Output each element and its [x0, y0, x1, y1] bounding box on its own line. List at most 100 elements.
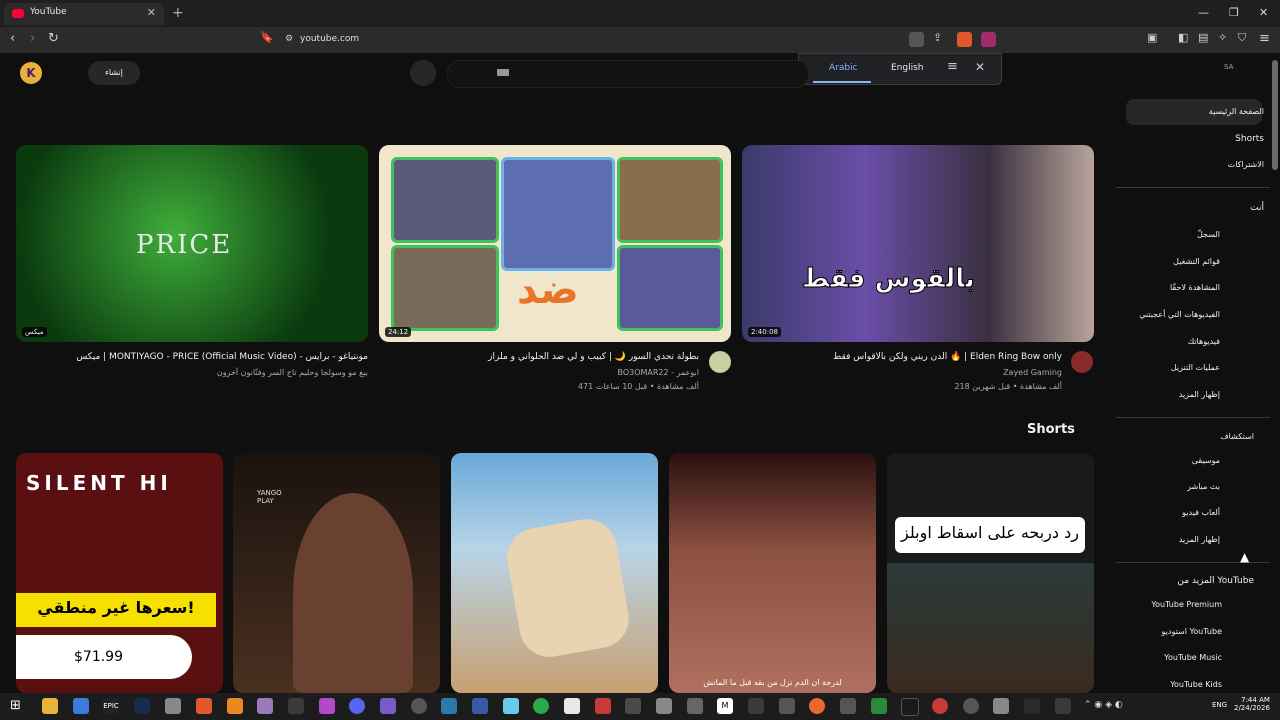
short-thumbnail[interactable]	[451, 453, 658, 693]
sidebar-item-gaming[interactable]: ألعاب فيديو	[1182, 508, 1220, 517]
windows-start-icon[interactable]: ⊞	[10, 698, 21, 713]
channel-avatar[interactable]	[1071, 351, 1093, 373]
sidebar-item-show-more[interactable]: إظهار المزيد	[1179, 390, 1220, 399]
sidebar-item-liked[interactable]: الفيديوهات التي أعجبتني	[1139, 310, 1220, 319]
tab-close-icon[interactable]: ✕	[147, 6, 156, 19]
video-title[interactable]: ميكس | MONTIYAGO - PRICE (Official Music…	[16, 352, 368, 362]
channel-avatar[interactable]	[709, 351, 731, 373]
video-thumbnail[interactable]: PRICE ميكس	[16, 145, 368, 342]
app-icon[interactable]	[779, 698, 795, 714]
video-title[interactable]: الدن ريني ولكن بالاقواس فقط 🔥 | Elden Ri…	[742, 352, 1062, 362]
sidebar-item-explore-more[interactable]: إظهار المزيد	[1179, 535, 1220, 544]
app-icon[interactable]	[748, 698, 764, 714]
scrollbar[interactable]	[1272, 60, 1278, 170]
app-icon[interactable]	[472, 698, 488, 714]
app-icon[interactable]	[1024, 698, 1040, 714]
vpn-icon[interactable]: ⛉	[1238, 31, 1246, 45]
app-icon[interactable]	[656, 698, 672, 714]
vlc-icon[interactable]	[227, 698, 243, 714]
tab-youtube[interactable]: YouTube ✕	[4, 3, 164, 25]
sidebar-header-you[interactable]: أنت	[1250, 203, 1264, 213]
app-icon[interactable]	[441, 698, 457, 714]
app-icon[interactable]	[687, 698, 703, 714]
app-icon[interactable]	[595, 698, 611, 714]
translate-close-icon[interactable]: ✕	[975, 60, 985, 74]
video-channel[interactable]: BO3OMAR22 - ابوعمر	[379, 368, 699, 377]
app-icon[interactable]	[503, 698, 519, 714]
sidebar-item-shorts[interactable]: Shorts	[1235, 134, 1264, 144]
translate-icon[interactable]	[909, 32, 924, 47]
leo-ai-icon[interactable]: ✧	[1218, 31, 1227, 44]
app-icon[interactable]	[809, 698, 825, 714]
steam-icon[interactable]	[134, 698, 150, 714]
brave-rewards-icon[interactable]	[981, 32, 996, 47]
app-icon[interactable]	[932, 698, 948, 714]
extensions-icon[interactable]: ▣	[1147, 31, 1157, 44]
app-icon[interactable]	[319, 698, 335, 714]
video-thumbnail[interactable]: ضد 24:12	[379, 145, 731, 342]
reload-icon[interactable]: ↻	[48, 31, 59, 46]
sidebar-item-studio[interactable]: استوديو YouTube	[1162, 627, 1222, 636]
steelseries-icon[interactable]	[411, 698, 427, 714]
app-icon[interactable]	[564, 698, 580, 714]
translate-lang-arabic[interactable]: Arabic	[829, 63, 858, 73]
short-thumbnail[interactable]: لدرجة ان الدم نزل من بقه قبل ما الماتش	[669, 453, 876, 693]
clock[interactable]: 7:44 AM 2/24/2026	[1234, 696, 1270, 712]
back-icon[interactable]: ‹	[10, 31, 15, 46]
short-thumbnail[interactable]: YANGO PLAY	[233, 453, 440, 693]
window-close-icon[interactable]: ✕	[1259, 6, 1268, 19]
sidebar-item-playlists[interactable]: قوائم التشغيل	[1173, 257, 1220, 266]
forward-icon[interactable]: ›	[30, 31, 35, 46]
sidebar-item-history[interactable]: السجلّ	[1197, 230, 1220, 239]
app-icon[interactable]	[288, 698, 304, 714]
whatsapp-icon[interactable]	[533, 698, 549, 714]
video-title[interactable]: بطولة تحدي السور 🌙 | كبيب و لي ضد الحلوا…	[379, 352, 699, 362]
sidebar-item-your-videos[interactable]: فيديوهاتك	[1188, 337, 1220, 346]
video-channel[interactable]: Zayed Gaming	[742, 368, 1062, 377]
tray-icons[interactable]: ⌃ ◉ ◈ ◐	[1084, 700, 1123, 710]
share-icon[interactable]: ⇪	[933, 31, 942, 44]
app-icon[interactable]	[840, 698, 856, 714]
avatar[interactable]: K	[20, 62, 42, 84]
app-icon[interactable]	[257, 698, 273, 714]
app-icon[interactable]	[993, 698, 1009, 714]
app-icon[interactable]	[963, 698, 979, 714]
short-thumbnail[interactable]: SILENT HI سعرها غير منطقي! $71.99	[16, 453, 223, 693]
app-icon[interactable]	[901, 698, 919, 716]
app-icon[interactable]	[165, 698, 181, 714]
brave-shield-icon[interactable]	[957, 32, 972, 47]
language-indicator[interactable]: ENG	[1212, 701, 1227, 709]
edge-icon[interactable]	[73, 698, 89, 714]
video-channel[interactable]: بيغ مو وسولجا وحليم تاج السر وفنّانون آخ…	[16, 368, 368, 377]
keyboard-icon[interactable]	[497, 69, 509, 76]
minimize-icon[interactable]: —	[1198, 6, 1209, 19]
sidebar-item-home[interactable]: الصفحة الرئيسية	[1209, 107, 1264, 116]
sidebar-item-live[interactable]: بث مباشر	[1187, 482, 1220, 491]
site-info-icon[interactable]: ⚙	[285, 34, 293, 44]
sidebar-item-kids[interactable]: YouTube Kids	[1170, 680, 1222, 689]
short-thumbnail[interactable]: رد دربحه على اسقاط اوبلز	[887, 453, 1094, 693]
menu-icon[interactable]: ≡	[1259, 31, 1270, 46]
app-icon[interactable]	[625, 698, 641, 714]
sidebar-item-premium[interactable]: YouTube Premium	[1151, 600, 1222, 609]
video-thumbnail[interactable]: بالقوس فقط 2:40:08	[742, 145, 1094, 342]
sidebar-item-subscriptions[interactable]: الاشتراكات	[1228, 160, 1264, 169]
address-bar[interactable]: youtube.com	[300, 34, 359, 44]
bookmark-icon[interactable]: 🔖	[260, 31, 274, 44]
file-explorer-icon[interactable]	[42, 698, 58, 714]
sidebar-item-music-app[interactable]: YouTube Music	[1164, 653, 1222, 662]
wallet-icon[interactable]: ▤	[1198, 31, 1208, 44]
app-icon[interactable]	[1055, 698, 1071, 714]
voice-search-icon[interactable]	[410, 60, 436, 86]
create-button[interactable]: إنشاء	[88, 61, 140, 85]
translate-options-icon[interactable]: ≡	[947, 59, 958, 74]
sidebar-toggle-icon[interactable]: ◧	[1178, 31, 1188, 44]
app-icon[interactable]	[380, 698, 396, 714]
sidebar-item-downloads[interactable]: عمليات التنزيل	[1171, 363, 1220, 372]
discord-icon[interactable]	[349, 698, 365, 714]
translate-lang-english[interactable]: English	[891, 63, 924, 73]
app-icon[interactable]	[871, 698, 887, 714]
brave-icon[interactable]	[196, 698, 212, 714]
sidebar-item-music[interactable]: موسيقى	[1192, 456, 1220, 465]
restore-icon[interactable]: ❐	[1229, 6, 1239, 19]
